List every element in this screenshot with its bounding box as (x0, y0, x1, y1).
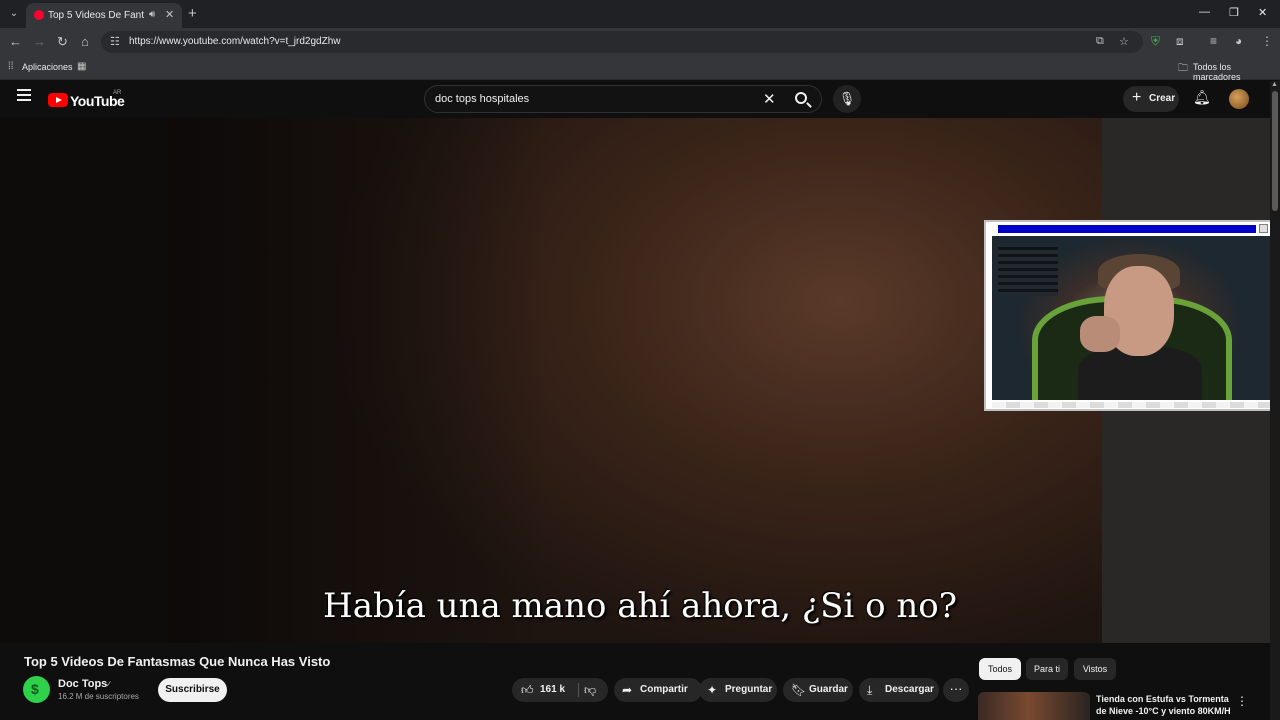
tab-close-icon[interactable]: ✕ (165, 8, 174, 21)
webcam-overlay (984, 220, 1280, 411)
user-avatar[interactable] (1229, 89, 1249, 109)
folder-icon: 🗀︎ (1178, 63, 1188, 74)
ask-button[interactable]: ✦ Preguntar (699, 678, 777, 702)
share-label: Compartir (640, 684, 688, 695)
search-button[interactable] (787, 89, 817, 111)
restore-icon[interactable]: ❐ (1229, 6, 1239, 19)
create-label: Crear (1149, 93, 1176, 104)
browser-tabstrip: ⌄ Top 5 Videos De Fantasmas 🔊︎ ✕ + — ❐ ✕ (0, 0, 1280, 28)
bookmark-apps[interactable]: Aplicaciones (22, 62, 73, 72)
like-dislike-group: 👍︎ 161 k 👎︎ (512, 678, 608, 702)
webcam-bottom-strip (992, 402, 1278, 408)
webcam-person-hand (1080, 316, 1120, 352)
url-text[interactable]: https://www.youtube.com/watch?v=t_jrd2gd… (129, 36, 341, 47)
subscribe-button[interactable]: Suscribirse (158, 678, 227, 702)
search-box[interactable]: doc tops hospitales ✕ (424, 85, 822, 113)
apps-grid-icon[interactable]: ⁞⁞ (8, 61, 14, 72)
back-arrow-icon[interactable]: ← (9, 34, 22, 49)
plus-icon: + (1132, 89, 1142, 106)
recommendation-menu-icon[interactable]: ⋮ (1236, 694, 1248, 708)
verified-check-icon: ✓ (105, 679, 113, 689)
clear-search-icon[interactable]: ✕ (763, 90, 776, 108)
youtube-header: YouTube AR doc tops hospitales ✕ 🎙︎ + Cr… (0, 81, 1270, 118)
video-title: Top 5 Videos De Fantasmas Que Nunca Has … (24, 654, 331, 669)
ask-label: Preguntar (725, 684, 773, 695)
tab-title: Top 5 Videos De Fantasmas (48, 10, 144, 21)
extension-shield-icon[interactable]: ⛨ (1151, 34, 1160, 49)
extensions-puzzle-icon[interactable]: ⧈ (1176, 34, 1184, 49)
chip-vistos[interactable]: Vistos (1074, 658, 1116, 680)
tab-audio-speaker-icon[interactable]: 🔊︎ (149, 9, 155, 20)
profile-icon[interactable]: ◕ (1235, 34, 1242, 48)
all-bookmarks[interactable]: Todos los marcadores (1193, 62, 1280, 82)
webcam-minimize-icon (1259, 224, 1268, 233)
webcam-title-bar (998, 225, 1256, 233)
scroll-up-icon[interactable]: ▲ (1271, 81, 1278, 88)
bookmarks-bar: ⁞⁞ Aplicaciones ▦ 🗀︎ Todos los marcadore… (0, 56, 1280, 82)
search-input[interactable]: doc tops hospitales (435, 93, 529, 105)
notifications-bell-icon[interactable]: 🔔︎ (1193, 89, 1211, 106)
like-divider (578, 683, 579, 697)
region-code: AR (113, 90, 122, 96)
youtube-favicon-icon (34, 10, 44, 20)
download-button[interactable]: ⤓ Descargar (859, 678, 939, 702)
chip-todos[interactable]: Todos (979, 658, 1021, 680)
video-frame[interactable] (168, 118, 1102, 643)
download-label: Descargar (885, 684, 934, 695)
window-close-icon[interactable]: ✕ (1258, 6, 1267, 19)
voice-search-microphone-icon[interactable]: 🎙︎ (833, 85, 861, 113)
share-button[interactable]: ➦ Compartir (614, 678, 702, 702)
install-app-icon[interactable]: ⧉ (1096, 35, 1104, 48)
save-label: Guardar (809, 684, 848, 695)
create-button[interactable]: + Crear (1123, 86, 1179, 112)
channel-name[interactable]: Doc Tops (58, 678, 107, 690)
recommendation-thumbnail[interactable] (978, 692, 1090, 720)
new-tab-plus-icon[interactable]: + (188, 5, 197, 22)
search-icon (795, 92, 807, 104)
page-scrollbar[interactable]: ▲ (1270, 81, 1280, 720)
webcam-feed (992, 236, 1278, 400)
forward-arrow-icon[interactable]: → (33, 34, 46, 49)
share-arrow-icon: ➦ (622, 683, 633, 697)
reading-list-icon[interactable]: ≡ (1210, 34, 1217, 48)
thumbs-up-icon[interactable]: 👍︎ (521, 678, 534, 702)
thumbs-down-icon[interactable]: 👎︎ (584, 678, 596, 702)
reload-icon[interactable]: ↻ (57, 34, 68, 50)
subscriber-count: 16.2 M de suscriptores (58, 692, 139, 701)
bookmark-icon: 🔖︎ (791, 683, 807, 697)
browser-tab[interactable]: Top 5 Videos De Fantasmas 🔊︎ ✕ (26, 3, 182, 28)
player-letterbox-left (0, 118, 168, 643)
tab-groups-icon[interactable]: ▦ (77, 61, 86, 72)
minimize-icon[interactable]: — (1199, 6, 1210, 18)
site-info-icon[interactable]: ☷ (110, 35, 120, 48)
recommendation-title[interactable]: Tienda con Estufa vs Tormenta de Nieve -… (1096, 693, 1232, 717)
address-bar[interactable]: ☷ https://www.youtube.com/watch?v=t_jrd2… (101, 31, 1143, 53)
guide-menu-icon[interactable] (17, 89, 31, 103)
youtube-logo-icon[interactable] (48, 93, 68, 107)
more-actions-icon[interactable]: ··· (943, 678, 969, 702)
like-count[interactable]: 161 k (540, 678, 565, 702)
bookmark-star-icon[interactable]: ☆ (1119, 35, 1129, 48)
scrollbar-thumb[interactable] (1272, 91, 1278, 211)
sparkle-icon: ✦ (707, 683, 718, 697)
chip-para-ti[interactable]: Para ti (1026, 658, 1068, 680)
webcam-background-blinds (998, 246, 1058, 296)
tab-search-chevron-down-icon[interactable]: ⌄ (6, 6, 22, 22)
browser-menu-icon[interactable]: ⋮ (1261, 34, 1273, 48)
save-button[interactable]: 🔖︎ Guardar (783, 678, 853, 702)
home-icon[interactable]: ⌂ (81, 34, 89, 49)
download-icon: ⤓ (867, 683, 873, 697)
video-subtitle: Había una mano ahí ahora, ¿Si o no? (323, 586, 957, 626)
channel-avatar[interactable] (23, 676, 50, 703)
